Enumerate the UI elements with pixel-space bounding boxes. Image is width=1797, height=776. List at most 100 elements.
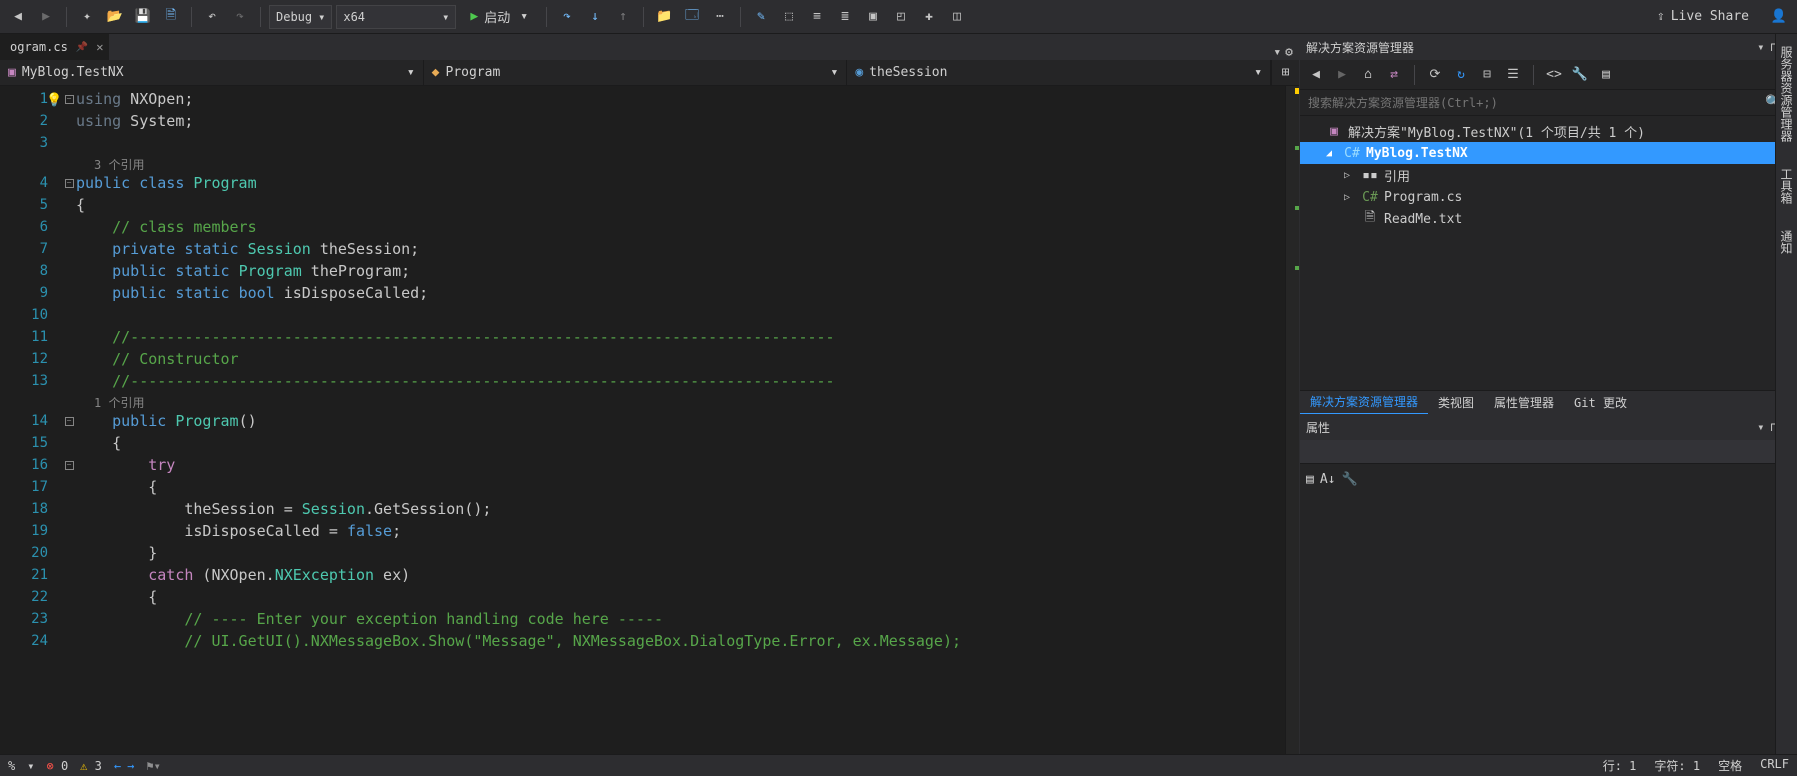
panel-title: 解决方案资源管理器 <box>1306 39 1414 56</box>
split-icon[interactable]: ⊞ <box>1271 60 1299 85</box>
tool-d-icon[interactable]: ✎ <box>749 5 773 29</box>
field-icon: ◉ <box>855 65 863 80</box>
step-out-icon[interactable]: ↑ <box>611 5 635 29</box>
cs-file-icon: C# <box>1362 190 1378 205</box>
start-button[interactable]: ▶启动▾ <box>460 5 538 29</box>
status-pct: % <box>8 759 15 773</box>
status-crlf[interactable]: CRLF <box>1760 757 1789 774</box>
fold-column: − − − − <box>62 86 76 754</box>
tool-a-icon[interactable]: 📁 <box>652 5 676 29</box>
tree-references[interactable]: ▷▪▪引用 <box>1300 164 1797 186</box>
pin-icon[interactable]: 📌 <box>76 42 88 53</box>
solution-icon: ▣ <box>1326 124 1342 139</box>
tool-g-icon[interactable]: ≣ <box>833 5 857 29</box>
fold-icon[interactable]: − <box>65 179 74 188</box>
show-all-icon[interactable]: ☰ <box>1503 65 1523 85</box>
fold-icon[interactable]: − <box>65 95 74 104</box>
fold-icon[interactable]: − <box>65 417 74 426</box>
codelens[interactable]: 3 个引用 <box>76 154 1285 172</box>
editor-area: ogram.cs 📌 ✕ ▾ ⚙ ▣MyBlog.TestNX▾ ◆Progra… <box>0 34 1299 754</box>
prop-toolbar: ▤ A↓ 🔧 <box>1300 464 1797 494</box>
tool-j-icon[interactable]: ✚ <box>917 5 941 29</box>
next-icon[interactable]: → <box>127 759 134 773</box>
collapse-icon[interactable]: ⊟ <box>1477 65 1497 85</box>
tool-k-icon[interactable]: ◫ <box>945 5 969 29</box>
properties-panel: 属性 ▾ ⊓ ✕ ▾ ▤ A↓ 🔧 <box>1300 414 1797 754</box>
nav-project[interactable]: ▣MyBlog.TestNX▾ <box>0 60 424 85</box>
new-file-icon[interactable]: ✦ <box>75 5 99 29</box>
code-content[interactable]: using NXOpen; using System; 3 个引用 public… <box>76 86 1285 754</box>
prop-object-combo[interactable]: ▾ <box>1300 440 1797 464</box>
tool-e-icon[interactable]: ⬚ <box>777 5 801 29</box>
tree-file-program[interactable]: ▷C#Program.cs <box>1300 186 1797 208</box>
status-dropdown-icon[interactable]: ▾ <box>27 759 34 773</box>
status-col[interactable]: 字符: 1 <box>1654 757 1700 774</box>
tool-c-icon[interactable]: ⋯ <box>708 5 732 29</box>
status-spaces[interactable]: 空格 <box>1718 757 1742 774</box>
sidetab-toolbox[interactable]: 工具箱 <box>1776 162 1797 210</box>
warning-count[interactable]: ⚠ 3 <box>80 759 102 773</box>
nav-back-icon[interactable]: ◀ <box>6 5 30 29</box>
account-icon[interactable]: 👤 <box>1767 5 1791 29</box>
tree-file-readme[interactable]: 🗎ReadMe.txt <box>1300 208 1797 230</box>
alpha-icon[interactable]: A↓ <box>1320 472 1336 487</box>
code-editor[interactable]: 1💡 23 45678910111213 1415161718192021222… <box>0 86 1299 754</box>
close-icon[interactable]: ✕ <box>96 40 103 54</box>
dropdown-icon[interactable]: ▾ <box>1757 420 1764 434</box>
categorized-icon[interactable]: ▤ <box>1306 472 1314 487</box>
back-icon[interactable]: ◀ <box>1306 65 1326 85</box>
codelens[interactable]: 1 个引用 <box>76 392 1285 410</box>
scroll-overview[interactable] <box>1285 86 1299 754</box>
refresh-icon[interactable]: ↻ <box>1451 65 1471 85</box>
dropdown-icon[interactable]: ▾ <box>1757 40 1764 54</box>
tree-project[interactable]: ◢C#MyBlog.TestNX <box>1300 142 1797 164</box>
tab-solution-explorer[interactable]: 解决方案资源管理器 <box>1300 391 1428 415</box>
status-line[interactable]: 行: 1 <box>1603 757 1637 774</box>
flag-icon[interactable]: ⚑▾ <box>146 759 160 773</box>
live-share-button[interactable]: ⇪ Live Share <box>1657 9 1749 24</box>
tool-b-icon[interactable]: 🗔 <box>680 5 704 29</box>
properties-icon[interactable]: ▤ <box>1596 65 1616 85</box>
save-icon[interactable]: 💾 <box>131 5 155 29</box>
code-icon[interactable]: <> <box>1544 65 1564 85</box>
open-icon[interactable]: 📂 <box>103 5 127 29</box>
save-all-icon[interactable]: 🗎 <box>159 5 183 29</box>
tab-class-view[interactable]: 类视图 <box>1428 391 1484 415</box>
tool-i-icon[interactable]: ◰ <box>889 5 913 29</box>
wrench-icon[interactable]: 🔧 <box>1570 65 1590 85</box>
nav-fwd-icon[interactable]: ▶ <box>34 5 58 29</box>
nav-class[interactable]: ◆Program▾ <box>424 60 848 85</box>
tab-git-changes[interactable]: Git 更改 <box>1564 391 1637 415</box>
platform-combo[interactable]: x64▾ <box>336 5 456 29</box>
step-over-icon[interactable]: ↷ <box>555 5 579 29</box>
sync-icon[interactable]: ⟳ <box>1425 65 1445 85</box>
sidetab-server-explorer[interactable]: 服务器资源管理器 <box>1776 40 1797 148</box>
fold-icon[interactable]: − <box>65 461 74 470</box>
tool-f-icon[interactable]: ≡ <box>805 5 829 29</box>
sidetab-notifications[interactable]: 通知 <box>1776 224 1797 260</box>
solution-tree[interactable]: ▣解决方案"MyBlog.TestNX"(1 个项目/共 1 个) ◢C#MyB… <box>1300 116 1797 390</box>
tool-h-icon[interactable]: ▣ <box>861 5 885 29</box>
redo-icon[interactable]: ↷ <box>228 5 252 29</box>
nav-member[interactable]: ◉theSession▾ <box>847 60 1271 85</box>
tab-property-manager[interactable]: 属性管理器 <box>1484 391 1564 415</box>
play-icon: ▶ <box>470 9 478 24</box>
main-toolbar: ◀ ▶ ✦ 📂 💾 🗎 ↶ ↷ Debug▾ x64▾ ▶启动▾ ↷ ↓ ↑ 📁… <box>0 0 1797 34</box>
step-into-icon[interactable]: ↓ <box>583 5 607 29</box>
prev-icon[interactable]: ← <box>114 759 121 773</box>
prop-wrench-icon[interactable]: 🔧 <box>1341 472 1357 487</box>
lightbulb-icon[interactable]: 💡 <box>46 90 62 112</box>
search-input[interactable] <box>1300 96 1757 110</box>
tab-dropdown-icon[interactable]: ▾ <box>1273 45 1281 60</box>
tab-program-cs[interactable]: ogram.cs 📌 ✕ <box>0 34 109 60</box>
undo-icon[interactable]: ↶ <box>200 5 224 29</box>
se-search: 🔍▾ <box>1300 90 1797 116</box>
switch-view-icon[interactable]: ⇄ <box>1384 65 1404 85</box>
panel-title: 属性 <box>1306 419 1330 436</box>
fwd-icon[interactable]: ▶ <box>1332 65 1352 85</box>
tree-solution[interactable]: ▣解决方案"MyBlog.TestNX"(1 个项目/共 1 个) <box>1300 120 1797 142</box>
tab-settings-icon[interactable]: ⚙ <box>1285 45 1293 60</box>
home-icon[interactable]: ⌂ <box>1358 65 1378 85</box>
error-count[interactable]: ⊗ 0 <box>46 759 68 773</box>
config-combo[interactable]: Debug▾ <box>269 5 332 29</box>
